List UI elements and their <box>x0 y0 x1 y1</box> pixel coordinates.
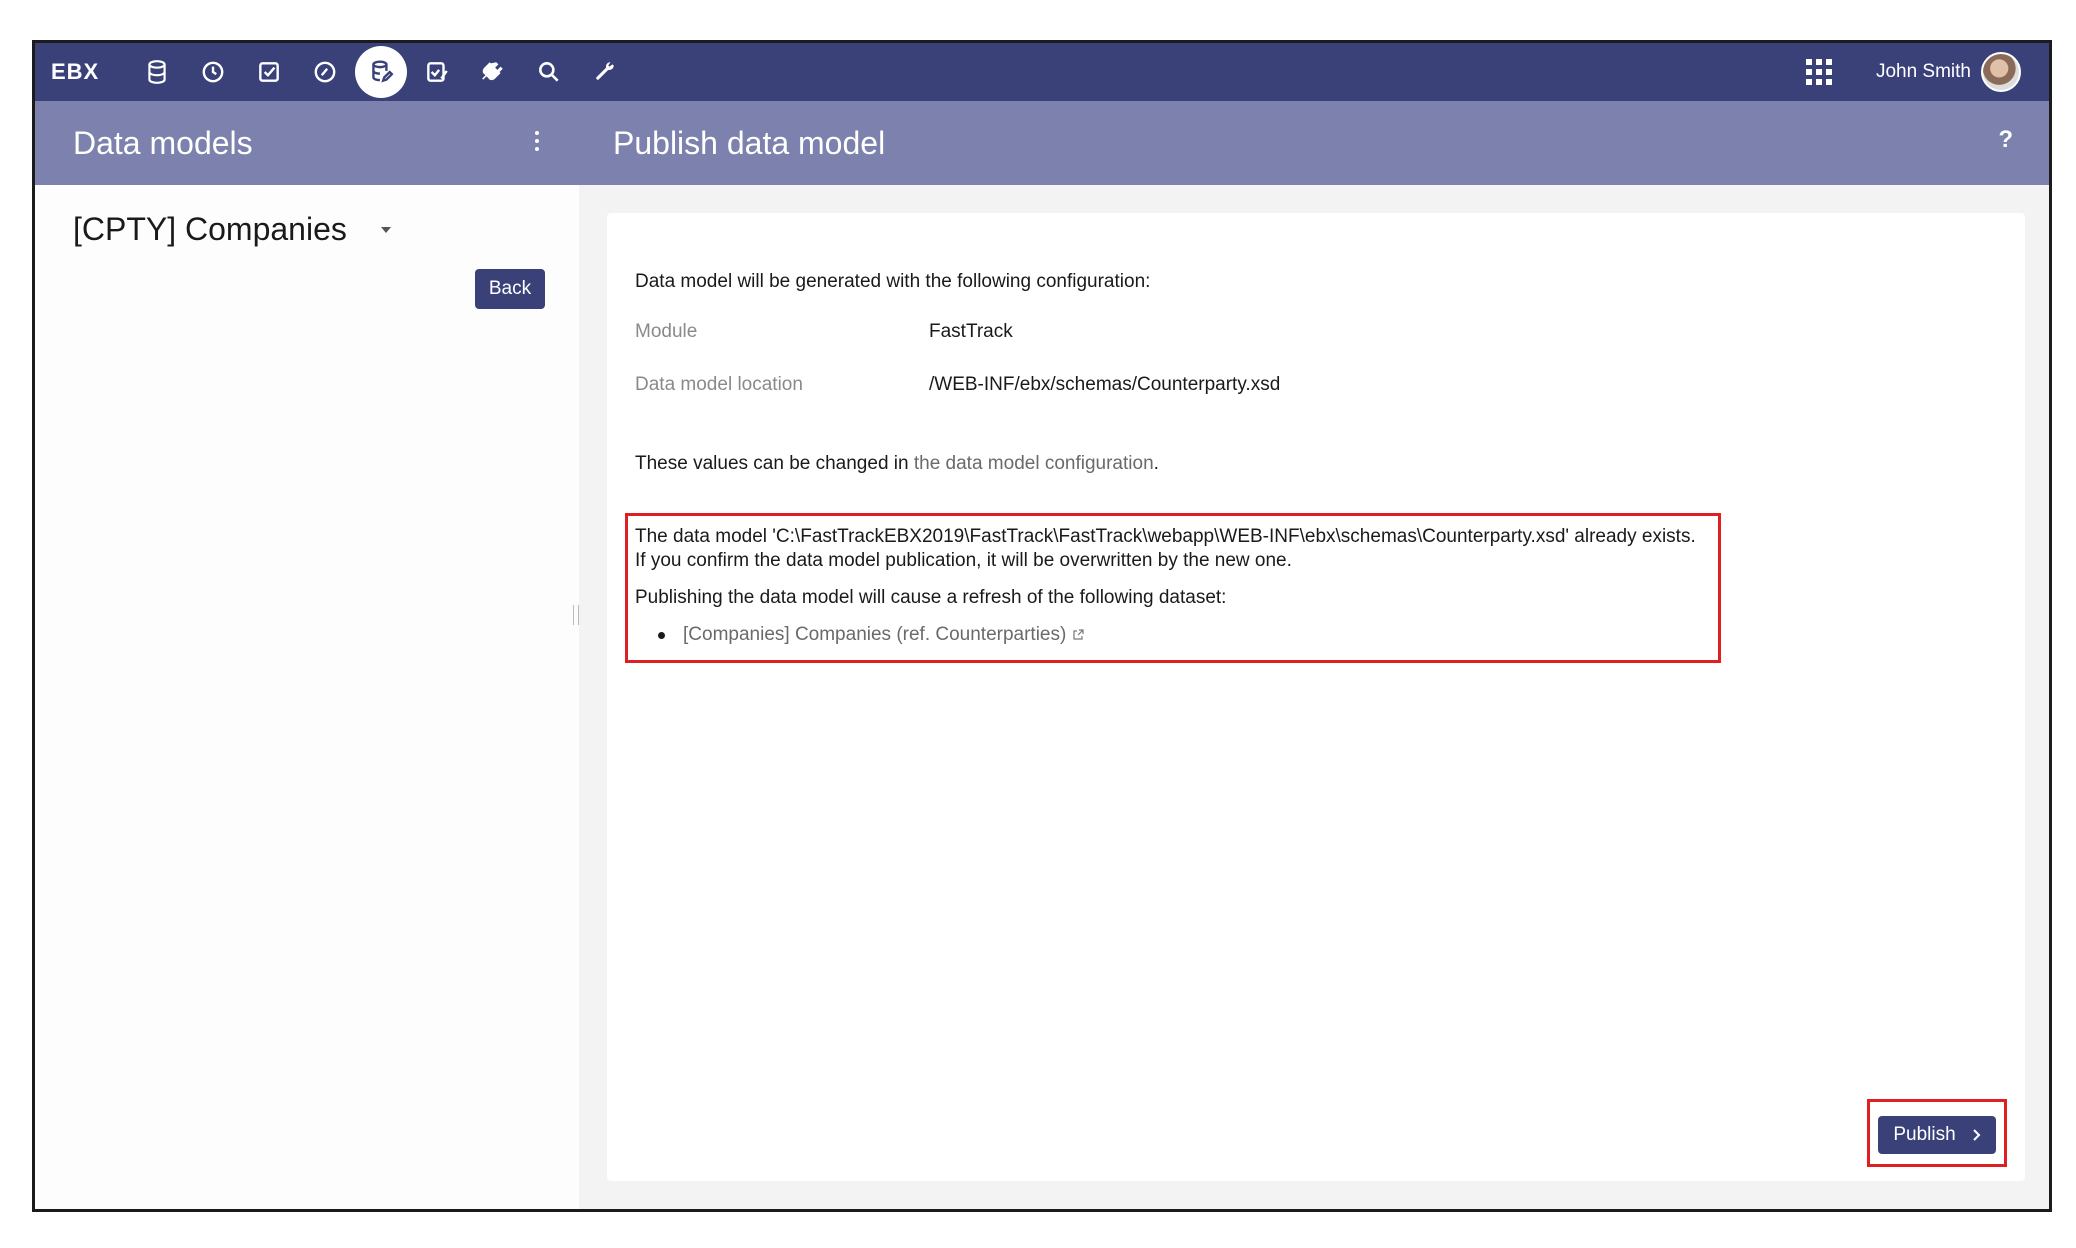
overwrite-warning-highlight: The data model 'C:\FastTrackEBX2019\Fast… <box>625 513 1721 663</box>
dataset-list-item: [Companies] Companies (ref. Counterparti… <box>658 624 1084 646</box>
database-icon[interactable] <box>129 44 185 100</box>
configuration-link[interactable]: the data model configuration <box>914 453 1154 474</box>
publish-label: Publish <box>1893 1124 1956 1145</box>
clock-icon[interactable] <box>185 44 241 100</box>
wrench-icon[interactable] <box>577 44 633 100</box>
plug-icon[interactable] <box>465 44 521 100</box>
app-window: EBX John Smith Data models Publish data … <box>32 40 2052 1212</box>
selected-model-label: [CPTY] Companies <box>73 211 347 247</box>
chevron-down-icon <box>380 226 391 233</box>
data-model-selector[interactable]: [CPTY] Companies <box>73 211 391 248</box>
avatar[interactable] <box>1981 52 2021 92</box>
top-navigation-bar: EBX John Smith <box>35 43 2049 101</box>
publish-button-highlight: Publish <box>1867 1099 2007 1167</box>
bullet-icon <box>658 631 665 639</box>
more-options-icon[interactable] <box>535 131 541 151</box>
left-panel-header: Data models <box>35 101 579 185</box>
change-note-suffix: . <box>1153 453 1159 474</box>
external-link-icon[interactable] <box>1072 629 1084 641</box>
help-icon[interactable]: ? <box>1998 126 2013 154</box>
change-note: These values can be changed in the data … <box>635 453 1159 475</box>
sub-header: Data models Publish data model ? <box>35 101 2049 185</box>
brand-logo[interactable]: EBX <box>51 59 99 85</box>
data-model-icon[interactable] <box>353 44 409 100</box>
search-icon[interactable] <box>521 44 577 100</box>
main-content: Data model will be generated with the fo… <box>579 185 2049 1209</box>
page-title: Publish data model <box>613 124 886 161</box>
location-value: /WEB-INF/ebx/schemas/Counterparty.xsd <box>929 374 1281 395</box>
chevron-right-icon <box>1972 1129 1981 1141</box>
intro-text: Data model will be generated with the fo… <box>635 271 1151 292</box>
location-label: Data model location <box>635 374 803 395</box>
dataset-link[interactable]: [Companies] Companies (ref. Counterparti… <box>683 624 1066 646</box>
warning-exists-text: The data model 'C:\FastTrackEBX2019\Fast… <box>635 526 1696 547</box>
apps-grid-icon[interactable] <box>1805 59 1832 85</box>
back-button[interactable]: Back <box>475 269 545 309</box>
checkbox-icon[interactable] <box>241 44 297 100</box>
warning-overwrite-text: If you confirm the data model publicatio… <box>635 550 1292 571</box>
module-value: FastTrack <box>929 321 1013 342</box>
user-area: John Smith <box>1805 43 2021 101</box>
section-title: Data models <box>73 124 253 161</box>
publish-card: Data model will be generated with the fo… <box>607 213 2025 1181</box>
change-note-prefix: These values can be changed in <box>635 453 914 474</box>
user-name[interactable]: John Smith <box>1876 61 1971 83</box>
publish-button[interactable]: Publish <box>1878 1116 1996 1154</box>
warning-refresh-text: Publishing the data model will cause a r… <box>635 587 1227 608</box>
active-item-highlight <box>355 46 408 98</box>
edit-check-icon[interactable] <box>409 44 465 100</box>
gauge-icon[interactable] <box>297 44 353 100</box>
module-label: Module <box>635 321 698 342</box>
left-panel: [CPTY] Companies Back <box>35 185 579 1209</box>
